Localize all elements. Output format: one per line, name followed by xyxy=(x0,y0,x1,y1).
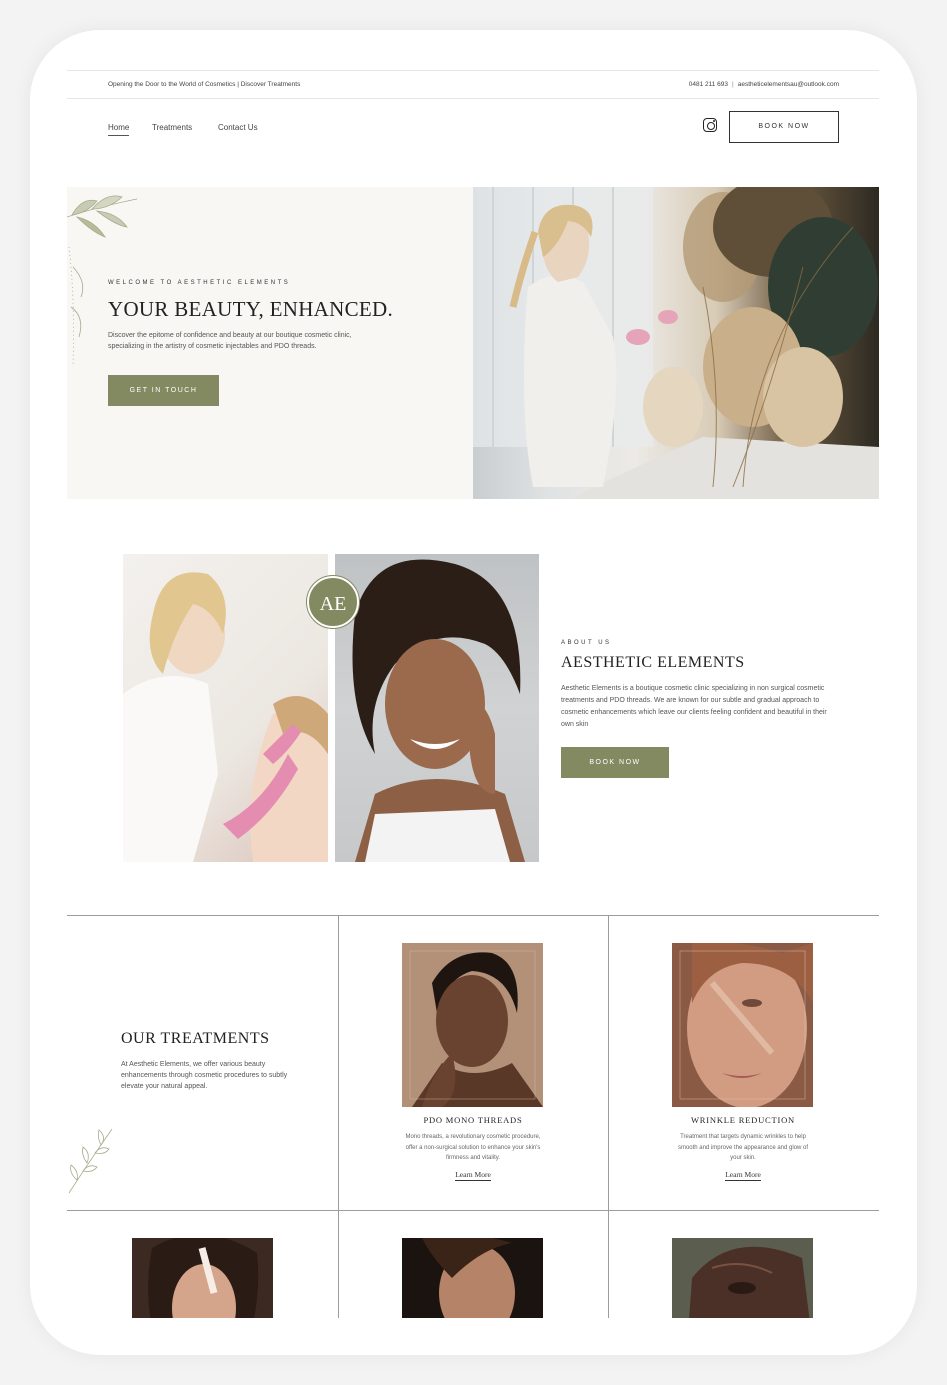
hero-title: YOUR BEAUTY, ENHANCED. xyxy=(108,297,394,321)
treatment-image xyxy=(132,1238,273,1318)
hero-image xyxy=(473,187,879,499)
card-description: Treatment that targets dynamic wrinkles … xyxy=(677,1134,809,1161)
divider xyxy=(67,1210,879,1211)
learn-more-link[interactable]: Learn More xyxy=(608,1170,878,1181)
top-bar: Opening the Door to the World of Cosmeti… xyxy=(67,70,879,99)
treatments-description: At Aesthetic Elements, we offer various … xyxy=(121,1061,288,1090)
about-description: Aesthetic Elements is a boutique cosmeti… xyxy=(561,685,827,728)
instagram-icon[interactable] xyxy=(703,118,717,132)
learn-more-link[interactable]: Learn More xyxy=(338,1170,608,1181)
pdo-threads-image xyxy=(402,943,543,1107)
hero-section: WELCOME TO AESTHETIC ELEMENTS YOUR BEAUT… xyxy=(67,187,879,499)
device-frame: Opening the Door to the World of Cosmeti… xyxy=(30,30,917,1355)
nav-item-treatments[interactable]: Treatments xyxy=(152,123,192,132)
book-now-button[interactable]: BOOK NOW xyxy=(729,111,839,143)
treatments-section: OUR TREATMENTS At Aesthetic Elements, we… xyxy=(67,915,879,1318)
divider xyxy=(67,915,879,916)
separator: | xyxy=(732,81,734,88)
about-title: AESTHETIC ELEMENTS xyxy=(561,654,745,671)
hero-kicker: WELCOME TO AESTHETIC ELEMENTS xyxy=(108,280,291,286)
treatment-image xyxy=(672,1238,813,1318)
tagline[interactable]: Opening the Door to the World of Cosmeti… xyxy=(108,81,300,88)
main-nav: Home Treatments Contact Us BOOK NOW xyxy=(67,99,879,158)
leaf-decoration-icon xyxy=(67,195,138,368)
about-kicker: ABOUT US xyxy=(561,640,612,646)
hero-description: Discover the epitome of confidence and b… xyxy=(108,332,352,350)
ae-logo-badge: AE xyxy=(307,576,359,628)
hero-text-panel: WELCOME TO AESTHETIC ELEMENTS YOUR BEAUT… xyxy=(67,187,473,499)
leaf-sprig-icon xyxy=(68,1128,113,1194)
email-address[interactable]: aestheticelementsau@outlook.com xyxy=(738,81,839,88)
card-description: Mono threads, a revolutionary cosmetic p… xyxy=(405,1134,541,1161)
get-in-touch-button[interactable]: GET IN TOUCH xyxy=(108,375,219,406)
smiling-woman-image xyxy=(335,554,539,862)
learn-more-label[interactable]: Learn More xyxy=(455,1170,491,1181)
about-section: AE ABOUT US AESTHETIC ELEMENTS Aesthetic… xyxy=(67,554,879,864)
card-title: WRINKLE REDUCTION xyxy=(690,1115,796,1125)
nav-item-contact-us[interactable]: Contact Us xyxy=(218,123,258,132)
nav-item-home[interactable]: Home xyxy=(108,123,130,136)
about-book-now-button[interactable]: BOOK NOW xyxy=(561,747,669,778)
card-title: PDO MONO THREADS xyxy=(423,1115,523,1125)
contact-info: 0481 211 693 | aestheticelementsau@outlook… xyxy=(689,81,839,88)
clinic-injection-image xyxy=(123,554,328,862)
wrinkle-reduction-image xyxy=(672,943,813,1107)
treatment-image xyxy=(402,1238,543,1318)
website: Opening the Door to the World of Cosmeti… xyxy=(67,70,879,1318)
phone-number[interactable]: 0481 211 693 xyxy=(689,81,728,88)
treatments-title: OUR TREATMENTS xyxy=(121,1030,270,1047)
learn-more-label[interactable]: Learn More xyxy=(725,1170,761,1181)
